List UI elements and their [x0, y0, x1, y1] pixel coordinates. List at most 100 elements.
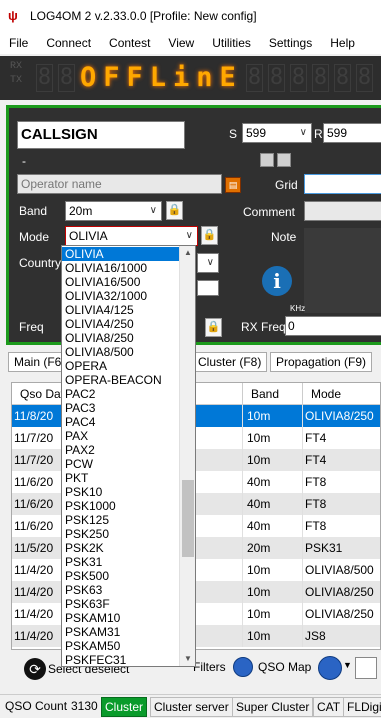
status-bar: QSO Count 3130 Cluster Cluster server Su…	[0, 694, 381, 718]
cell-mode: FT4	[303, 449, 380, 471]
lookup-icon[interactable]: ▤	[225, 177, 241, 193]
menu-bar: File Connect Contest View Utilities Sett…	[0, 32, 381, 54]
rst-rcvd-combo[interactable]: 599	[323, 123, 381, 143]
mode-value: OLIVIA	[69, 229, 108, 243]
rst-sent-label: S	[229, 127, 238, 141]
dropdown-scrollbar[interactable]: ▲ ▼	[179, 246, 195, 666]
rx-freq-input[interactable]: 0	[285, 316, 381, 336]
fldigi-status[interactable]: FLDigi	[343, 697, 381, 717]
dropdown-option[interactable]: PAX	[62, 429, 179, 443]
dropdown-option[interactable]: OPERA-BEACON	[62, 373, 179, 387]
dropdown-option[interactable]: PSK1000	[62, 499, 179, 513]
band-lock-icon[interactable]: 🔒	[166, 201, 183, 220]
dropdown-option[interactable]: PSK2K	[62, 541, 179, 555]
flag-box[interactable]	[260, 153, 274, 167]
app-logo-icon: ψ	[8, 8, 18, 23]
callsign-input[interactable]: CALLSIGN	[17, 121, 185, 149]
dropdown-option[interactable]: OLIVIA32/1000	[62, 289, 179, 303]
chart-icon[interactable]	[355, 657, 377, 679]
mode-lock-icon[interactable]: 🔒	[201, 226, 218, 245]
qso-count-value: 3130	[71, 699, 98, 713]
dropdown-option[interactable]: PAC3	[62, 401, 179, 415]
rst-sent-combo[interactable]: 599 ∨	[242, 123, 312, 143]
note-area[interactable]	[304, 228, 381, 313]
cell-band: 10m	[243, 581, 303, 603]
cell-mode: OLIVIA8/500	[303, 559, 380, 581]
dropdown-option[interactable]: PSK10	[62, 485, 179, 499]
chevron-down-icon: ∨	[299, 127, 307, 138]
dropdown-option[interactable]: PSK63	[62, 583, 179, 597]
band-combo[interactable]: 20m ∨	[65, 201, 162, 221]
dropdown-option[interactable]: OLIVIA8/500	[62, 345, 179, 359]
dropdown-option[interactable]: PSK500	[62, 569, 179, 583]
rst-sent-value: 599	[246, 126, 267, 140]
cluster-status[interactable]: Cluster	[101, 697, 148, 717]
scroll-up-icon[interactable]: ▲	[180, 246, 195, 260]
extra-field[interactable]	[197, 280, 219, 296]
led-digit: 8	[36, 64, 53, 92]
cell-band: 20m	[243, 537, 303, 559]
cell-band: 40m	[243, 493, 303, 515]
dropdown-option[interactable]: OLIVIA	[62, 247, 179, 261]
flag-box[interactable]	[277, 153, 291, 167]
dropdown-option[interactable]: PKT	[62, 471, 179, 485]
tab-main[interactable]: Main (F6	[8, 352, 68, 372]
dropdown-option[interactable]: OLIVIA8/250	[62, 331, 179, 345]
led-digit: 8	[268, 64, 285, 92]
cat-status[interactable]: CAT	[313, 697, 345, 717]
dropdown-option[interactable]: PAC4	[62, 415, 179, 429]
dropdown-option[interactable]: PSK31	[62, 555, 179, 569]
freq-label: Freq	[19, 320, 44, 334]
dropdown-option[interactable]: PSK250	[62, 527, 179, 541]
dropdown-option[interactable]: PSK125	[62, 513, 179, 527]
dropdown-option[interactable]: PSK63F	[62, 597, 179, 611]
qso-map-button[interactable]: QSO Map	[258, 660, 311, 674]
refresh-icon[interactable]: ⟳	[24, 658, 46, 680]
dropdown-option[interactable]: PSKAM10	[62, 611, 179, 625]
mode-combo[interactable]: OLIVIA ∨	[65, 226, 198, 246]
cell-band: 40m	[243, 515, 303, 537]
cell-mode: FT4	[303, 427, 380, 449]
filters-button[interactable]: Filters	[193, 660, 226, 674]
dropdown-option[interactable]: OLIVIA4/125	[62, 303, 179, 317]
menu-settings[interactable]: Settings	[260, 32, 321, 54]
window-title: LOG4OM 2 v.2.33.0.0 [Profile: New config…	[30, 9, 257, 23]
earth-icon[interactable]	[318, 656, 342, 680]
menu-help[interactable]: Help	[321, 32, 364, 54]
scrollbar-thumb[interactable]	[182, 480, 194, 557]
dropdown-option[interactable]: PCW	[62, 457, 179, 471]
menu-contest[interactable]: Contest	[100, 32, 159, 54]
freq-lock-icon[interactable]: 🔒	[205, 318, 222, 337]
dropdown-option[interactable]: OLIVIA16/500	[62, 275, 179, 289]
grid-input[interactable]	[304, 174, 381, 194]
cluster-server-status[interactable]: Cluster server	[150, 697, 233, 717]
title-bar: ψ LOG4OM 2 v.2.33.0.0 [Profile: New conf…	[0, 0, 381, 32]
cell-band: 10m	[243, 603, 303, 625]
dropdown-option[interactable]: OPERA	[62, 359, 179, 373]
comment-input[interactable]	[304, 201, 381, 221]
info-icon[interactable]: i	[262, 266, 292, 296]
dropdown-option[interactable]: PAX2	[62, 443, 179, 457]
menu-connect[interactable]: Connect	[37, 32, 100, 54]
mode-dropdown-list: OLIVIA OLIVIA16/1000 OLIVIA16/500 OLIVIA…	[61, 245, 196, 667]
globe-icon[interactable]	[233, 657, 253, 677]
chevron-down-icon[interactable]: ▼	[343, 660, 352, 670]
column-header-mode[interactable]: Mode	[303, 383, 380, 405]
country-combo[interactable]: ∨	[197, 253, 219, 273]
operator-name-input[interactable]: Operator name	[17, 174, 222, 194]
chevron-down-icon: ∨	[149, 205, 157, 216]
scroll-down-icon[interactable]: ▼	[180, 652, 195, 666]
dropdown-option[interactable]: OLIVIA16/1000	[62, 261, 179, 275]
dropdown-option[interactable]: PSKFEC31	[62, 653, 179, 666]
super-cluster-status[interactable]: Super Cluster	[232, 697, 314, 717]
dropdown-option[interactable]: PSKAM50	[62, 639, 179, 653]
tab-cluster[interactable]: Cluster (F8)	[192, 352, 268, 372]
column-header-band[interactable]: Band	[243, 383, 303, 405]
tab-propagation[interactable]: Propagation (F9)	[270, 352, 373, 372]
dropdown-option[interactable]: PAC2	[62, 387, 179, 401]
menu-view[interactable]: View	[159, 32, 203, 54]
dropdown-option[interactable]: PSKAM31	[62, 625, 179, 639]
dropdown-option[interactable]: OLIVIA4/250	[62, 317, 179, 331]
menu-file[interactable]: File	[0, 32, 37, 54]
menu-utilities[interactable]: Utilities	[203, 32, 260, 54]
